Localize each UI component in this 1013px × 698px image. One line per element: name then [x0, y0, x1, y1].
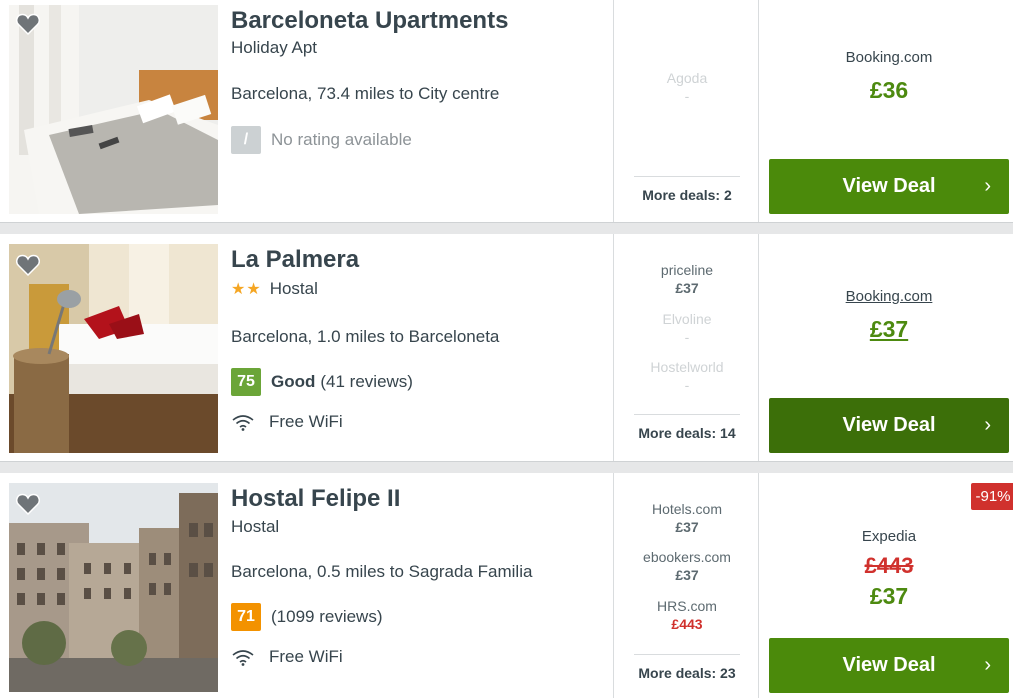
deal-price: £37 [675, 567, 699, 583]
deal-provider: Elvoline [662, 311, 712, 327]
deal-price: £443 [671, 616, 703, 632]
deal-item[interactable]: Hostelworld - [614, 359, 760, 393]
chevron-right-icon: › [984, 414, 991, 436]
deal-price: £37 [675, 519, 699, 535]
hotel-name[interactable]: Barceloneta Upartments [231, 7, 508, 35]
deal-provider: priceline [660, 262, 714, 278]
original-price: £443 [864, 553, 914, 578]
amenity: Free WiFi [231, 412, 343, 432]
deal-item[interactable]: Agoda - [614, 70, 760, 104]
view-deal-button[interactable]: View Deal › [769, 159, 1009, 214]
best-deal-provider[interactable]: Booking.com [759, 288, 1013, 305]
rating-score-badge: 71 [231, 603, 261, 631]
other-deals: Hotels.com £37 ebookers.com £37 HRS.com … [613, 473, 759, 698]
hotel-photo[interactable] [9, 244, 218, 453]
other-deals: Agoda - More deals: 2 [613, 0, 759, 222]
best-deal-provider[interactable]: Booking.com [759, 49, 1013, 66]
heart-icon[interactable] [16, 13, 40, 35]
hotel-name[interactable]: Hostal Felipe II [231, 485, 400, 513]
more-deals-link[interactable]: More deals: 23 [634, 654, 740, 681]
hotel-type: Hostal [231, 517, 280, 536]
deal-provider: Hostelworld [650, 359, 724, 375]
other-deals: priceline £37 Elvoline - Hostelworld - M… [613, 234, 759, 461]
hotel-rating: 71 (1099 reviews) [231, 603, 383, 631]
hotel-card[interactable]: Barceloneta Upartments Holiday Apt Barce… [0, 0, 1013, 223]
deal-provider: ebookers.com [643, 549, 731, 565]
view-deal-button[interactable]: View Deal › [769, 638, 1009, 693]
deal-provider: Hotels.com [651, 501, 723, 517]
hotel-location: Barcelona, 1.0 miles to Barceloneta [231, 327, 500, 346]
hotel-photo[interactable] [9, 483, 218, 698]
more-deals-link[interactable]: More deals: 14 [634, 414, 740, 441]
hotel-results-list: Barceloneta Upartments Holiday Apt Barce… [0, 0, 1013, 698]
hotel-location: Barcelona, 73.4 miles to City centre [231, 84, 500, 103]
deal-price: - [684, 377, 690, 393]
hotel-type-label: Hostal [269, 279, 318, 298]
rating-text: No rating available [271, 130, 412, 149]
amenity-label: Free WiFi [269, 647, 343, 666]
best-deal: Booking.com £37 View Deal › [759, 234, 1013, 461]
hotel-type: Holiday Apt [231, 38, 317, 57]
wifi-icon [232, 415, 254, 431]
hotel-rating: 75 Good (41 reviews) [231, 368, 413, 396]
deal-item[interactable]: Elvoline - [614, 311, 760, 345]
best-deal-price[interactable]: £37 [759, 316, 1013, 343]
view-deal-button[interactable]: View Deal › [769, 398, 1009, 453]
rating-score-badge: 75 [231, 368, 261, 396]
chevron-right-icon: › [984, 175, 991, 197]
amenity: Free WiFi [231, 647, 343, 667]
star-rating: ★★ [231, 281, 262, 298]
view-deal-label: View Deal [842, 414, 936, 436]
hotel-type: ★★ Hostal [231, 279, 318, 299]
hotel-name[interactable]: La Palmera [231, 246, 359, 274]
deal-price: - [684, 329, 690, 345]
deal-price: £37 [675, 280, 699, 296]
heart-icon[interactable] [16, 493, 40, 515]
rating-label: Good [271, 372, 316, 391]
rating-text: (1099 reviews) [271, 607, 383, 626]
deal-price: - [684, 88, 690, 104]
amenity-label: Free WiFi [269, 412, 343, 431]
rating-score-badge: / [231, 126, 261, 154]
deal-provider: Agoda [666, 70, 708, 86]
more-deals-link[interactable]: More deals: 2 [634, 176, 740, 203]
hotel-rating: / No rating available [231, 126, 412, 154]
discount-badge: -91% [971, 483, 1013, 510]
hotel-photo[interactable] [9, 5, 218, 214]
chevron-right-icon: › [984, 654, 991, 676]
view-deal-label: View Deal [842, 654, 936, 676]
hotel-location: Barcelona, 0.5 miles to Sagrada Familia [231, 562, 533, 581]
deal-item[interactable]: ebookers.com £37 [614, 549, 760, 583]
deal-item[interactable]: HRS.com £443 [614, 598, 760, 632]
view-deal-label: View Deal [842, 175, 936, 197]
deal-provider: HRS.com [657, 598, 717, 614]
best-deal-price[interactable]: £36 [759, 77, 1013, 104]
heart-icon[interactable] [16, 254, 40, 276]
best-deal: Booking.com £36 View Deal › [759, 0, 1013, 222]
hotel-card[interactable]: La Palmera ★★ Hostal Barcelona, 1.0 miles… [0, 234, 1013, 462]
wifi-icon [232, 650, 254, 666]
deal-item[interactable]: Hotels.com £37 [614, 501, 760, 535]
best-deal-price[interactable]: £37 [759, 583, 1013, 610]
best-deal: -91% Expedia £443 £37 View Deal › [759, 473, 1013, 698]
rating-text: (41 reviews) [320, 372, 413, 391]
hotel-card[interactable]: Hostal Felipe II Hostal Barcelona, 0.5 m… [0, 473, 1013, 698]
deal-item[interactable]: priceline £37 [614, 262, 760, 296]
best-deal-provider[interactable]: Expedia [759, 528, 1013, 545]
